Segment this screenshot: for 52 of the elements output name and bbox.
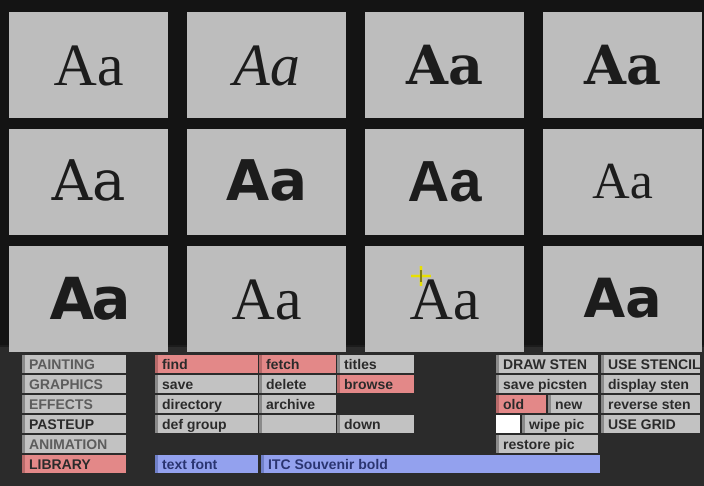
panel-button[interactable]: USE GRID [601,415,700,433]
mode-button[interactable]: GRAPHICS [22,375,126,393]
font-sample: Aa [592,156,653,208]
font-sample: Aa [226,154,308,210]
panel-button[interactable]: browse [337,375,414,393]
panel-button[interactable]: save [155,375,258,393]
panel-button[interactable]: titles [337,355,414,373]
panel-button[interactable]: DRAW STEN [496,355,598,373]
panel-button[interactable]: fetch [259,355,336,373]
mode-button[interactable]: PASTEUP [22,415,126,433]
font-swatch-card[interactable]: Aa [187,129,346,235]
mode-button[interactable]: LIBRARY [22,455,126,473]
font-swatch-card[interactable]: Aa [9,129,168,235]
panel-button[interactable]: old [496,395,546,413]
panel-button[interactable]: down [337,415,414,433]
color-swatch[interactable] [496,415,520,433]
font-swatch-card[interactable]: Aa [543,129,702,235]
panel-button[interactable]: wipe pic [522,415,598,433]
text-font-label: text font [155,455,258,473]
font-sample: Aa [407,153,482,211]
font-sample: Aa [232,269,302,329]
panel-button[interactable]: restore pic [496,435,598,453]
panel-button[interactable]: display sten [601,375,700,393]
panel-button[interactable]: directory [155,395,258,413]
font-sample: Aa [49,270,128,328]
font-swatch-card[interactable]: Aa [187,246,346,352]
font-swatch-card[interactable]: Aa [187,12,346,118]
panel-button[interactable]: find [155,355,258,373]
panel-button[interactable]: save picsten [496,375,598,393]
font-sample: Aa [410,269,480,329]
font-swatch-card[interactable]: Aa [9,12,168,118]
panel-button[interactable]: USE STENCIL [601,355,700,373]
panel-button[interactable]: delete [259,375,336,393]
text-font-field[interactable]: ITC Souvenir bold [261,455,600,473]
font-sample: Aa [406,38,483,92]
mode-button[interactable]: EFFECTS [22,395,126,413]
mode-button[interactable]: ANIMATION [22,435,126,453]
panel-button[interactable]: def group [155,415,258,433]
font-sample: Aa [52,154,126,210]
panel-button[interactable]: archive [259,395,336,413]
panel-button[interactable]: reverse sten [601,395,700,413]
font-sample: Aa [584,38,661,92]
font-swatch-card[interactable]: Aa [365,129,524,235]
mode-button[interactable]: PAINTING [22,355,126,373]
font-sample: Aa [54,35,124,95]
panel-button[interactable]: new [548,395,598,413]
font-swatch-card[interactable]: Aa [543,12,702,118]
font-swatch-card[interactable]: Aa [9,246,168,352]
font-swatch-card[interactable]: Aa [365,12,524,118]
font-swatch-card[interactable]: Aa [365,246,524,352]
font-sample: Aa [583,272,662,326]
font-swatch-card[interactable]: Aa [543,246,702,352]
